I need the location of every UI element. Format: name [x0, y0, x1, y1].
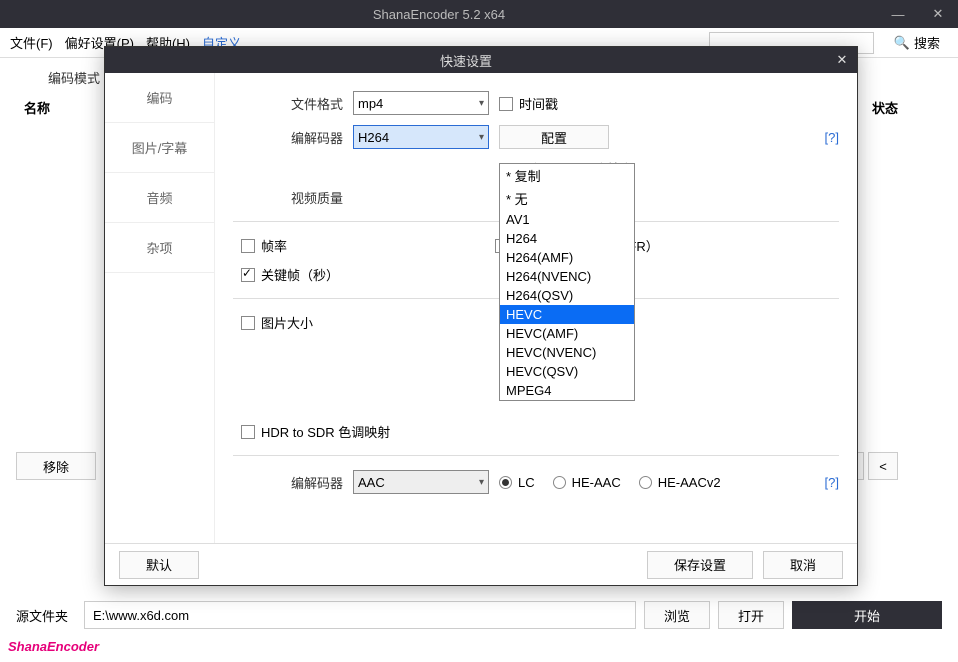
column-status: 状态 — [872, 98, 898, 117]
quick-settings-dialog: 快速设置 ✕ 编码 图片/字幕 音频 杂项 文件格式 mp4 ▾ 时间戳 编解码… — [104, 46, 858, 586]
open-button[interactable]: 打开 — [718, 601, 784, 629]
config-button[interactable]: 配置 — [499, 125, 609, 149]
framerate-checkbox[interactable]: 帧率 — [241, 236, 287, 255]
remove-button[interactable]: 移除 — [16, 452, 96, 480]
codec-select[interactable]: H264 ▾ — [353, 125, 489, 149]
source-folder-label: 源文件夹 — [16, 606, 76, 625]
close-button[interactable]: ✕ — [918, 6, 958, 22]
save-settings-button[interactable]: 保存设置 — [647, 551, 753, 579]
bottom-panel: 源文件夹 浏览 打开 开始 ShanaEncoder — [0, 595, 958, 662]
codec-option[interactable]: * 无 — [500, 187, 634, 210]
start-button[interactable]: 开始 — [792, 601, 942, 629]
chevron-down-icon: ▾ — [479, 477, 484, 488]
tab-picture-subtitle[interactable]: 图片/字幕 — [105, 123, 214, 173]
picture-size-checkbox[interactable]: 图片大小 — [241, 313, 313, 332]
cancel-button[interactable]: 取消 — [763, 551, 843, 579]
file-format-select[interactable]: mp4 ▾ — [353, 91, 489, 115]
dialog-close-button[interactable]: ✕ — [827, 52, 857, 68]
codec-option[interactable]: * 复制 — [500, 164, 634, 187]
tab-audio[interactable]: 音频 — [105, 173, 214, 223]
tab-misc[interactable]: 杂项 — [105, 223, 214, 273]
codec-value: H264 — [358, 130, 389, 145]
codec-option[interactable]: H264(NVENC) — [500, 267, 634, 286]
timestamp-checkbox[interactable]: 时间戳 — [499, 94, 558, 113]
codec-label: 编解码器 — [233, 128, 343, 147]
search-button[interactable]: 🔍 搜索 — [886, 32, 948, 54]
codec-option[interactable]: H264(AMF) — [500, 248, 634, 267]
chevron-down-icon: ▾ — [479, 132, 484, 143]
collapse-button[interactable]: < — [868, 452, 898, 480]
lc-radio[interactable]: LC — [499, 475, 535, 490]
tab-encode[interactable]: 编码 — [105, 73, 214, 123]
dialog-title: 快速设置 — [105, 51, 827, 70]
search-icon: 🔍 — [894, 35, 910, 51]
codec-option[interactable]: HEVC — [500, 305, 634, 324]
browse-button[interactable]: 浏览 — [644, 601, 710, 629]
codec-option[interactable]: HEVC(QSV) — [500, 362, 634, 381]
audio-codec-value: AAC — [358, 475, 385, 490]
app-title: ShanaEncoder 5.2 x64 — [0, 7, 878, 22]
codec-option[interactable]: MPEG4 — [500, 381, 634, 400]
dialog-form: 文件格式 mp4 ▾ 时间戳 编解码器 H264 ▾ 配置 [?] — [215, 73, 857, 543]
dialog-footer: 默认 保存设置 取消 — [105, 543, 857, 585]
help-link[interactable]: [?] — [825, 130, 839, 145]
search-label: 搜索 — [914, 33, 940, 52]
heaac-radio[interactable]: HE-AAC — [553, 475, 621, 490]
default-button[interactable]: 默认 — [119, 551, 199, 579]
codec-dropdown-list: * 复制* 无AV1H264H264(AMF)H264(NVENC)H264(Q… — [499, 163, 635, 401]
audio-codec-label: 编解码器 — [233, 473, 343, 492]
codec-option[interactable]: HEVC(AMF) — [500, 324, 634, 343]
codec-option[interactable]: H264 — [500, 229, 634, 248]
video-quality-label: 视频质量 — [233, 188, 343, 207]
hdr-sdr-checkbox[interactable]: HDR to SDR 色调映射 — [241, 422, 390, 441]
titlebar: ShanaEncoder 5.2 x64 — ✕ — [0, 0, 958, 28]
audio-help-link[interactable]: [?] — [825, 475, 839, 490]
codec-option[interactable]: AV1 — [500, 210, 634, 229]
column-name: 名称 — [24, 98, 50, 117]
menu-file[interactable]: 文件(F) — [10, 33, 53, 52]
keyframe-checkbox[interactable]: 关键帧（秒） — [241, 265, 339, 284]
minimize-button[interactable]: — — [878, 7, 918, 22]
dialog-titlebar: 快速设置 ✕ — [105, 47, 857, 73]
file-format-value: mp4 — [358, 96, 383, 111]
heaacv2-radio[interactable]: HE-AACv2 — [639, 475, 721, 490]
encode-mode-label: 编码模式 — [48, 68, 100, 87]
audio-codec-select[interactable]: AAC ▾ — [353, 470, 489, 494]
brand-label: ShanaEncoder — [0, 635, 958, 662]
chevron-down-icon: ▾ — [479, 98, 484, 109]
file-format-label: 文件格式 — [233, 94, 343, 113]
codec-option[interactable]: HEVC(NVENC) — [500, 343, 634, 362]
source-folder-input[interactable] — [84, 601, 636, 629]
codec-option[interactable]: H264(QSV) — [500, 286, 634, 305]
dialog-tabs: 编码 图片/字幕 音频 杂项 — [105, 73, 215, 543]
